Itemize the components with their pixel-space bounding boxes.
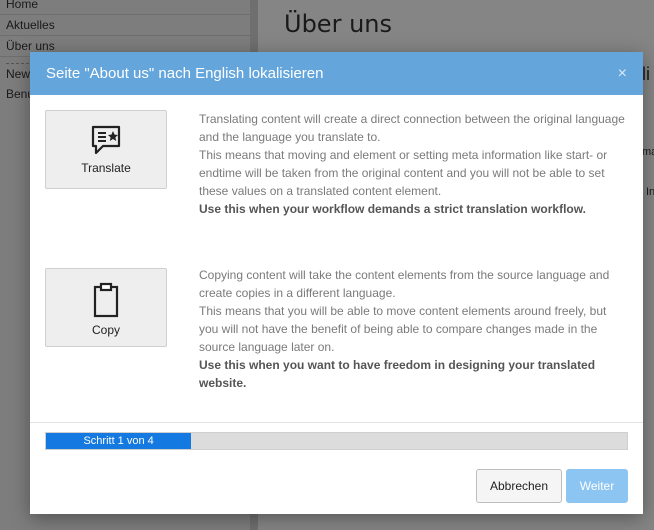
sidebar-item-home[interactable]: Home	[0, 0, 250, 15]
copy-desc-p2: This means that you will be able to move…	[199, 304, 607, 354]
progress-fill: Schritt 1 von 4	[46, 433, 192, 449]
sidebar-item-aktuelles[interactable]: Aktuelles	[0, 15, 250, 36]
bg-field-fragment-2: In	[646, 186, 654, 198]
translate-desc-p1: Translating content will create a direct…	[199, 112, 625, 144]
localize-dialog: Seite "About us" nach English lokalisier…	[30, 52, 643, 514]
cancel-button[interactable]: Abbrechen	[476, 469, 562, 503]
copy-description: Copying content will take the content el…	[199, 266, 625, 392]
translate-description: Translating content will create a direct…	[199, 110, 625, 218]
dialog-header: Seite "About us" nach English lokalisier…	[30, 52, 643, 95]
translate-desc-emphasis: Use this when your workflow demands a st…	[199, 202, 586, 216]
translate-label: Translate	[81, 161, 131, 175]
copy-desc-p1: Copying content will take the content el…	[199, 268, 610, 300]
copy-label: Copy	[91, 323, 120, 337]
copy-button[interactable]: Copy	[45, 268, 167, 347]
translate-desc-p2: This means that moving and element or se…	[199, 148, 608, 198]
option-copy: Copy Copying content will take the conte…	[45, 266, 610, 396]
translate-comment-star-icon	[91, 125, 121, 155]
translate-button[interactable]: Translate	[45, 110, 167, 189]
bg-heading-fragment: li	[642, 64, 650, 84]
wizard-progress-bar: Schritt 1 von 4	[45, 432, 628, 450]
dialog-title: Seite "About us" nach English lokalisier…	[46, 65, 324, 82]
option-translate: Translate Translating content will creat…	[45, 110, 625, 240]
page-title: Über uns	[284, 10, 392, 38]
clipboard-icon	[93, 282, 119, 318]
footer-divider	[30, 422, 643, 423]
bg-field-fragment: ma	[642, 146, 654, 158]
close-icon[interactable]: ×	[618, 65, 627, 83]
next-button[interactable]: Weiter	[566, 469, 628, 503]
copy-desc-emphasis: Use this when you want to have freedom i…	[199, 358, 596, 390]
